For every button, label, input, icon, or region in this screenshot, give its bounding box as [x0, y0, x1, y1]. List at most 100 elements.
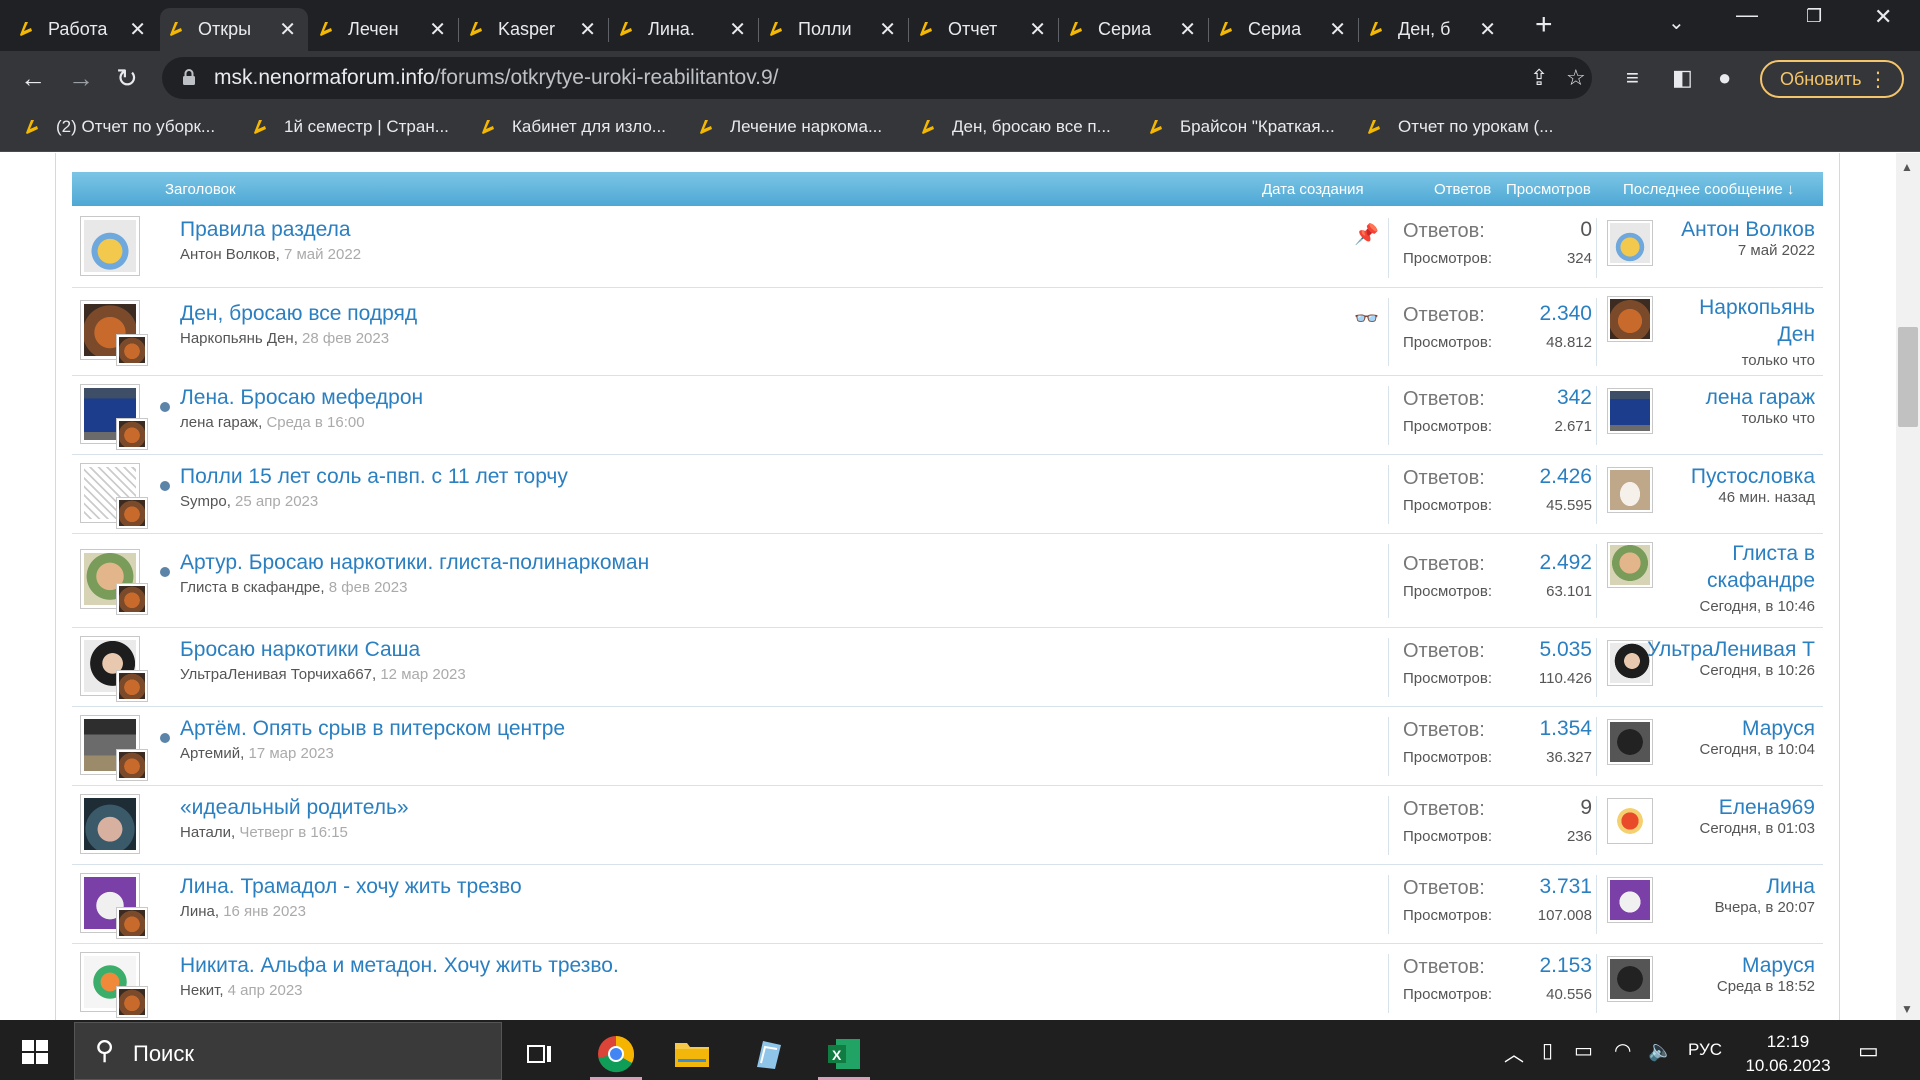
close-tab-icon[interactable]: ✕ [129, 17, 146, 42]
bookmark-item[interactable]: Брайсон "Краткая... [1146, 117, 1335, 137]
last-poster-name[interactable]: Елена969 [1719, 794, 1815, 821]
scrollbar-thumb[interactable] [1898, 327, 1918, 427]
thread-author[interactable]: Глиста в скафандре [180, 579, 320, 596]
thread-date[interactable]: Четверг в 16:15 [239, 824, 348, 841]
thread-title[interactable]: Полли 15 лет соль а-пвп. с 11 лет торчу [180, 465, 568, 489]
thread-author[interactable]: Лина [180, 903, 215, 920]
last-post-time[interactable]: 7 май 2022 [1738, 242, 1815, 259]
battery-icon[interactable]: ▭ [1574, 1038, 1593, 1063]
last-poster-avatar[interactable] [1607, 718, 1653, 765]
last-poster-avatar[interactable] [1607, 387, 1653, 434]
bookmark-item[interactable]: 1й семестр | Стран... [250, 117, 449, 137]
last-post-time[interactable]: Среда в 18:52 [1717, 978, 1815, 995]
last-poster-name[interactable]: Антон Волков [1681, 216, 1815, 243]
close-tab-icon[interactable]: ✕ [1329, 17, 1346, 42]
notepad-app-icon[interactable] [738, 1028, 798, 1080]
file-explorer-icon[interactable] [662, 1028, 722, 1080]
last-post-time[interactable]: Сегодня, в 01:03 [1700, 820, 1816, 837]
thread-date[interactable]: 17 мар 2023 [248, 745, 333, 762]
show-hidden-icons-chevron[interactable]: ︿ [1504, 1038, 1524, 1067]
scrollbar[interactable] [1896, 153, 1920, 1020]
browser-tab[interactable]: Ден, б ✕ [1360, 8, 1508, 51]
thread-date[interactable]: 12 мар 2023 [380, 666, 465, 683]
bookmark-star-icon[interactable]: ☆ [1566, 65, 1586, 91]
last-post-time[interactable]: только что [1742, 410, 1815, 427]
header-created[interactable]: Дата создания [1262, 181, 1364, 198]
language-indicator[interactable]: РУС [1688, 1040, 1722, 1060]
bookmark-item[interactable]: Лечение наркома... [696, 117, 882, 137]
last-poster-avatar[interactable] [1607, 797, 1653, 844]
last-poster-name[interactable]: лена гараж [1706, 384, 1815, 411]
thread-title[interactable]: Никита. Альфа и метадон. Хочу жить трезв… [180, 954, 619, 978]
thread-author[interactable]: Антон Волков [180, 246, 276, 263]
restore-button[interactable]: ❐ [1806, 6, 1822, 27]
thread-author[interactable]: Sympo [180, 493, 227, 510]
address-bar[interactable]: msk.nenormaforum.info/forums/otkrytye-ur… [162, 57, 1592, 99]
thread-date[interactable]: 25 апр 2023 [235, 493, 318, 510]
header-last-post[interactable]: Последнее сообщение ↓ [1623, 181, 1794, 198]
browser-tab[interactable]: Kasper ✕ [460, 8, 608, 51]
profile-icon[interactable]: ● [1718, 65, 1731, 91]
last-poster-name[interactable]: УльтраЛенивая Т [1647, 636, 1815, 663]
last-poster-avatar[interactable] [1607, 542, 1653, 588]
thread-row[interactable]: Ден, бросаю все подряд Наркопьянь Ден, 28… [72, 288, 1823, 376]
last-poster-mini-avatar[interactable] [116, 985, 148, 1018]
last-poster-mini-avatar[interactable] [116, 669, 148, 702]
last-poster-avatar[interactable] [1607, 876, 1653, 923]
last-poster-avatar[interactable] [1607, 220, 1653, 266]
minimize-button[interactable]: — [1736, 2, 1758, 28]
chrome-taskbar-icon[interactable] [586, 1028, 646, 1080]
close-tab-icon[interactable]: ✕ [1479, 17, 1496, 42]
forward-button[interactable]: → [68, 63, 94, 93]
last-poster-avatar[interactable] [1607, 296, 1653, 342]
thread-author[interactable]: лена гараж [180, 414, 258, 431]
thread-row[interactable]: Артём. Опять срыв в питерском центре Арте… [72, 707, 1823, 786]
task-view-icon[interactable] [510, 1028, 570, 1080]
close-tab-icon[interactable]: ✕ [1179, 17, 1196, 42]
wifi-icon[interactable]: ◠ [1614, 1038, 1631, 1063]
thread-date[interactable]: 16 янв 2023 [223, 903, 306, 920]
last-post-time[interactable]: Сегодня, в 10:04 [1700, 741, 1816, 758]
thread-author[interactable]: Наркопьянь Ден [180, 330, 294, 347]
bookmark-item[interactable]: (2) Отчет по уборк... [22, 117, 215, 137]
last-poster-mini-avatar[interactable] [116, 906, 148, 939]
close-window-button[interactable]: ✕ [1874, 4, 1892, 30]
volume-icon[interactable]: 🔈 [1648, 1038, 1673, 1063]
close-tab-icon[interactable]: ✕ [579, 17, 596, 42]
author-avatar[interactable] [80, 793, 140, 854]
last-poster-name[interactable]: Лина [1766, 873, 1815, 900]
close-tab-icon[interactable]: ✕ [1029, 17, 1046, 42]
browser-tab[interactable]: Полли ✕ [760, 8, 908, 51]
thread-date[interactable]: Среда в 16:00 [266, 414, 364, 431]
thread-title[interactable]: Артём. Опять срыв в питерском центре [180, 717, 565, 741]
thread-author[interactable]: Некит [180, 982, 219, 999]
side-panel-icon[interactable]: ◧ [1672, 65, 1693, 91]
last-poster-mini-avatar[interactable] [116, 334, 148, 366]
thread-title[interactable]: Бросаю наркотики Саша [180, 638, 420, 662]
last-poster-avatar[interactable] [1607, 639, 1653, 686]
media-control-icon[interactable]: ≡ [1626, 65, 1639, 91]
thread-row[interactable]: Лина. Трамадол - хочу жить трезво Лина, 1… [72, 865, 1823, 944]
thread-title[interactable]: «идеальный родитель» [180, 796, 409, 820]
last-poster-name[interactable]: Глиста в скафандре [1665, 540, 1815, 594]
notifications-icon[interactable]: ▭ [1858, 1038, 1879, 1064]
thread-row[interactable]: Бросаю наркотики Саша УльтраЛенивая Торчи… [72, 628, 1823, 707]
browser-tab[interactable]: Сериа ✕ [1060, 8, 1208, 51]
close-tab-icon[interactable]: ✕ [279, 17, 296, 42]
thread-title[interactable]: Лена. Бросаю мефедрон [180, 386, 423, 410]
header-title[interactable]: Заголовок [165, 181, 236, 198]
close-tab-icon[interactable]: ✕ [729, 17, 746, 42]
browser-tab[interactable]: Отчет ✕ [910, 8, 1058, 51]
thread-row[interactable]: Артур. Бросаю наркотики. глиста-полинарк… [72, 534, 1823, 628]
thread-title[interactable]: Артур. Бросаю наркотики. глиста-полинарк… [180, 551, 649, 575]
thread-date[interactable]: 7 май 2022 [284, 246, 361, 263]
last-poster-name[interactable]: Наркопьянь Ден [1665, 294, 1815, 348]
last-post-time[interactable]: 46 мин. назад [1718, 489, 1815, 506]
last-poster-name[interactable]: Пустословка [1691, 463, 1815, 490]
bookmark-item[interactable]: Отчет по урокам (... [1364, 117, 1553, 137]
last-poster-mini-avatar[interactable] [116, 583, 148, 615]
last-poster-name[interactable]: Маруся [1742, 715, 1815, 742]
thread-title[interactable]: Ден, бросаю все подряд [180, 302, 417, 326]
windows-start-icon[interactable] [22, 1040, 48, 1064]
thread-title[interactable]: Правила раздела [180, 218, 351, 242]
